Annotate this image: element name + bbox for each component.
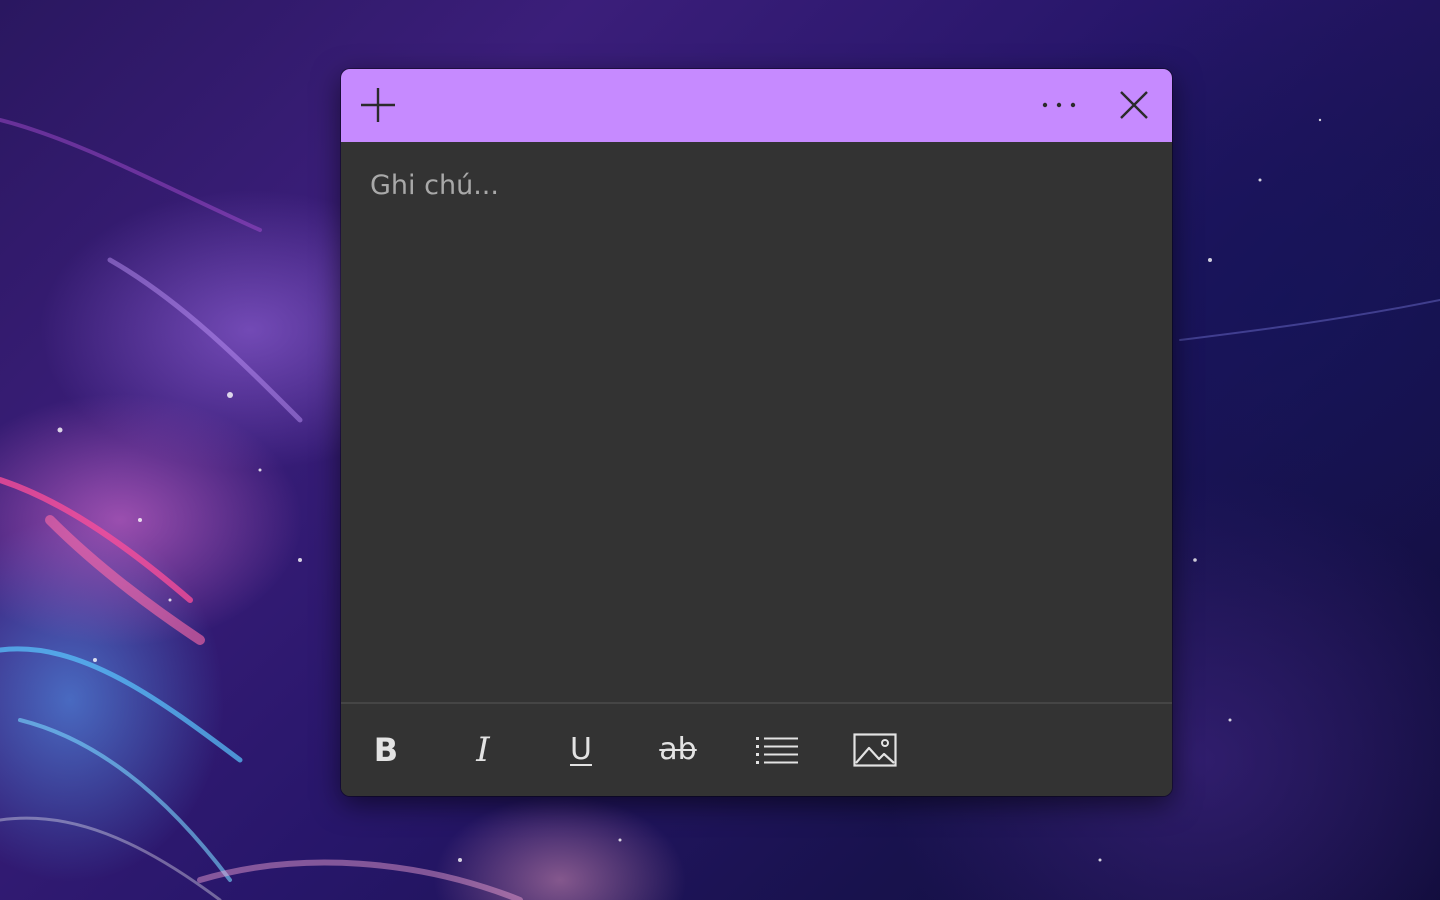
formatting-toolbar: B I U ab bbox=[341, 704, 1172, 796]
italic-button[interactable]: I bbox=[455, 728, 511, 772]
underline-icon: U bbox=[570, 732, 592, 767]
close-button[interactable] bbox=[1109, 81, 1159, 129]
add-image-button[interactable] bbox=[847, 728, 903, 772]
strikethrough-icon: ab bbox=[659, 732, 697, 767]
close-icon bbox=[1120, 91, 1148, 119]
note-body bbox=[341, 142, 1172, 700]
menu-button[interactable] bbox=[1034, 81, 1084, 129]
note-text-input[interactable] bbox=[341, 142, 1172, 700]
italic-icon: I bbox=[476, 730, 490, 770]
strikethrough-button[interactable]: ab bbox=[650, 728, 706, 772]
bullet-list-icon bbox=[756, 737, 798, 764]
new-note-button[interactable] bbox=[353, 81, 403, 129]
underline-button[interactable]: U bbox=[553, 728, 609, 772]
image-icon bbox=[853, 733, 897, 767]
note-title-bar[interactable] bbox=[341, 69, 1172, 142]
bold-button[interactable]: B bbox=[358, 728, 414, 772]
plus-icon bbox=[361, 88, 395, 122]
bullet-list-button[interactable] bbox=[749, 728, 805, 772]
sticky-note-window: B I U ab bbox=[341, 69, 1172, 796]
more-horizontal-icon bbox=[1042, 102, 1076, 108]
bold-icon: B bbox=[373, 731, 399, 769]
